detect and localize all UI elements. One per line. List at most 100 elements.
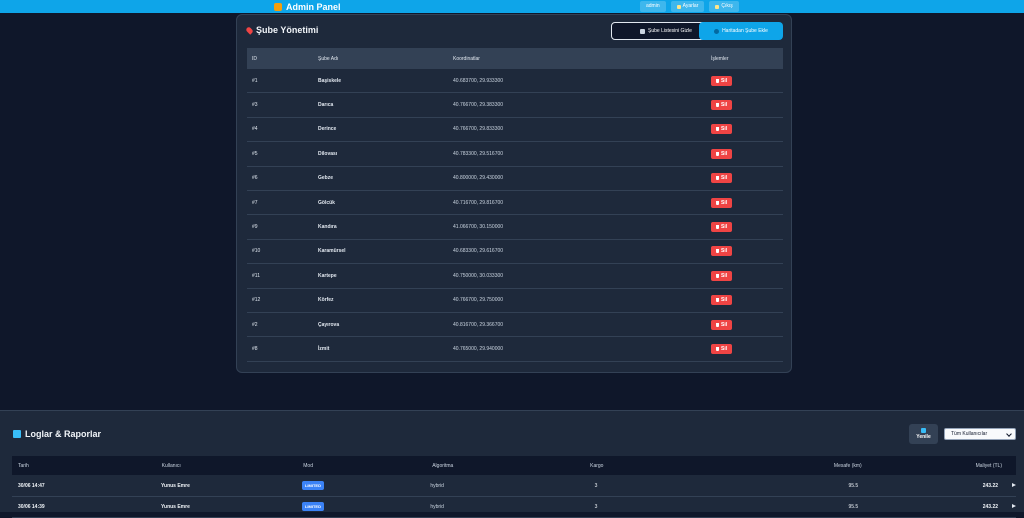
table-row: #12 Körfez 40.766700, 29.750000 Sil xyxy=(247,289,783,313)
log-distance: 95.5 xyxy=(848,482,859,489)
user-label: admin xyxy=(646,3,660,9)
trash-icon xyxy=(716,176,719,181)
user-filter-select[interactable]: Tüm Kullanıcılar xyxy=(944,428,1016,440)
list-icon xyxy=(640,28,646,34)
branch-actions: Sil xyxy=(706,270,783,281)
branch-coords: 40.750000, 30.033300 xyxy=(453,272,504,279)
mode-badge: LIMITED xyxy=(301,481,324,490)
play-icon xyxy=(1012,482,1017,487)
branch-name: Dilovası xyxy=(318,150,338,157)
table-row: #6 Gebze 40.800000, 29.430000 Sil xyxy=(247,167,783,191)
trash-icon xyxy=(716,249,719,254)
add-branch-label: Haritadan Şube Ekle xyxy=(722,28,768,34)
branch-title-text: Şube Yönetimi xyxy=(256,25,319,35)
trash-icon xyxy=(716,127,719,132)
delete-branch-button[interactable]: Sil xyxy=(711,124,733,135)
col-mode: Mod xyxy=(303,462,313,469)
log-date: 30/06 14:39 xyxy=(18,503,45,510)
table-row: #3 Darıca 40.766700, 29.383300 Sil xyxy=(247,93,783,118)
branch-table-header: ID Şube Adı Koordinatlar İşlemler xyxy=(247,48,783,69)
branch-coords: 40.783300, 29.516700 xyxy=(453,150,504,157)
user-button[interactable]: admin xyxy=(640,1,666,12)
log-algorithm: hybrid xyxy=(430,503,444,510)
logs-table-header: Tarih Kullanıcı Mod Algoritma Kargo Mesa… xyxy=(12,456,1016,475)
play-icon xyxy=(1012,503,1017,508)
branch-coords: 40.800000, 29.430000 xyxy=(453,175,504,182)
delete-branch-button[interactable]: Sil xyxy=(711,319,733,330)
branch-actions: Sil xyxy=(706,173,783,184)
delete-branch-button[interactable]: Sil xyxy=(711,197,733,208)
branch-coords: 40.765000, 29.940000 xyxy=(453,345,504,352)
delete-branch-button[interactable]: Sil xyxy=(711,148,733,159)
branch-actions: Sil xyxy=(706,222,783,233)
branch-id: #3 xyxy=(252,102,258,109)
expand-row-button[interactable] xyxy=(1012,503,1017,510)
log-cost: 243.22 xyxy=(982,503,999,510)
log-date: 30/06 14:47 xyxy=(18,482,45,489)
log-row[interactable]: 30/06 14:39 Yunus Emre LIMITED hybrid 3 95.5 2… xyxy=(12,496,1017,518)
delete-label: Sil xyxy=(721,150,728,157)
branch-name: Gebze xyxy=(318,175,334,182)
delete-branch-button[interactable]: Sil xyxy=(711,75,733,86)
branch-name: Gölcük xyxy=(318,199,335,206)
app-title: Admin Panel xyxy=(286,1,341,12)
add-branch-from-map-button[interactable]: Haritadan Şube Ekle xyxy=(699,22,783,40)
trash-icon xyxy=(716,200,719,205)
log-cost: 243.22 xyxy=(982,482,999,489)
delete-branch-button[interactable]: Sil xyxy=(711,100,733,111)
log-mode: LIMITED xyxy=(301,502,430,511)
branch-coords: 40.683300, 29.616700 xyxy=(453,248,504,255)
logout-label: Çıkış xyxy=(721,3,733,9)
branch-id: #7 xyxy=(252,199,258,206)
log-mode: LIMITED xyxy=(301,481,430,490)
delete-label: Sil xyxy=(721,126,728,133)
table-row: #1 Başiskele 40.683700, 29.933300 Sil xyxy=(247,69,783,94)
table-row: #4 Derince 40.766700, 29.833300 Sil xyxy=(247,118,783,143)
settings-button[interactable]: Ayarlar xyxy=(670,1,705,12)
branch-actions: Sil xyxy=(706,197,783,208)
log-row[interactable]: 30/06 14:47 Yunus Emre LIMITED hybrid 3 95.5 2… xyxy=(12,475,1017,497)
delete-branch-button[interactable]: Sil xyxy=(711,222,733,233)
gear-icon xyxy=(676,4,681,9)
log-cargo: 3 xyxy=(594,503,598,510)
delete-branch-button[interactable]: Sil xyxy=(711,246,733,257)
branch-actions: Sil xyxy=(706,246,783,257)
table-row: #8 İzmit 40.765000, 29.940000 Sil xyxy=(247,337,783,362)
logout-button[interactable]: Çıkış xyxy=(709,1,739,12)
delete-branch-button[interactable]: Sil xyxy=(711,270,733,281)
delete-label: Sil xyxy=(721,175,728,182)
branch-actions: Sil xyxy=(706,295,783,306)
log-user: Yunus Emre xyxy=(160,503,190,510)
refresh-button[interactable]: Yenile xyxy=(909,424,938,444)
branch-actions: Sil xyxy=(706,75,783,86)
expand-row-button[interactable] xyxy=(1012,482,1017,489)
branch-table: ID Şube Adı Koordinatlar İşlemler #1 Başi… xyxy=(247,48,783,362)
trash-icon xyxy=(716,346,719,351)
delete-branch-button[interactable]: Sil xyxy=(711,173,733,184)
table-row: #7 Gölcük 40.716700, 29.816700 Sil xyxy=(247,191,783,216)
top-navbar: Admin Panel admin Ayarlar Çıkış xyxy=(0,0,1024,13)
branch-coords: 40.766700, 29.750000 xyxy=(453,297,504,304)
trash-icon xyxy=(716,225,719,230)
delete-label: Sil xyxy=(721,248,728,255)
col-cargo: Kargo xyxy=(590,462,604,469)
delete-label: Sil xyxy=(721,199,728,206)
col-distance: Mesafe (km) xyxy=(833,462,862,469)
delete-label: Sil xyxy=(721,224,728,231)
delete-branch-button[interactable]: Sil xyxy=(711,343,733,354)
table-row: #5 Dilovası 40.783300, 29.516700 Sil xyxy=(247,142,783,167)
col-actions: İşlemler xyxy=(711,55,729,62)
branch-actions: Sil xyxy=(706,343,783,354)
delete-branch-button[interactable]: Sil xyxy=(711,295,733,306)
mode-badge: LIMITED xyxy=(301,502,324,511)
branch-coords: 41.066700, 30.150000 xyxy=(453,224,504,231)
branch-id: #4 xyxy=(252,126,258,133)
branch-actions: Sil xyxy=(706,124,783,135)
trash-icon xyxy=(716,273,719,278)
delete-label: Sil xyxy=(721,102,728,109)
branch-name: Kandıra xyxy=(318,224,337,231)
brand: Admin Panel xyxy=(274,0,341,13)
col-id: ID xyxy=(252,55,257,62)
branch-coords: 40.766700, 29.833300 xyxy=(453,126,504,133)
chevron-down-icon xyxy=(1006,431,1012,437)
